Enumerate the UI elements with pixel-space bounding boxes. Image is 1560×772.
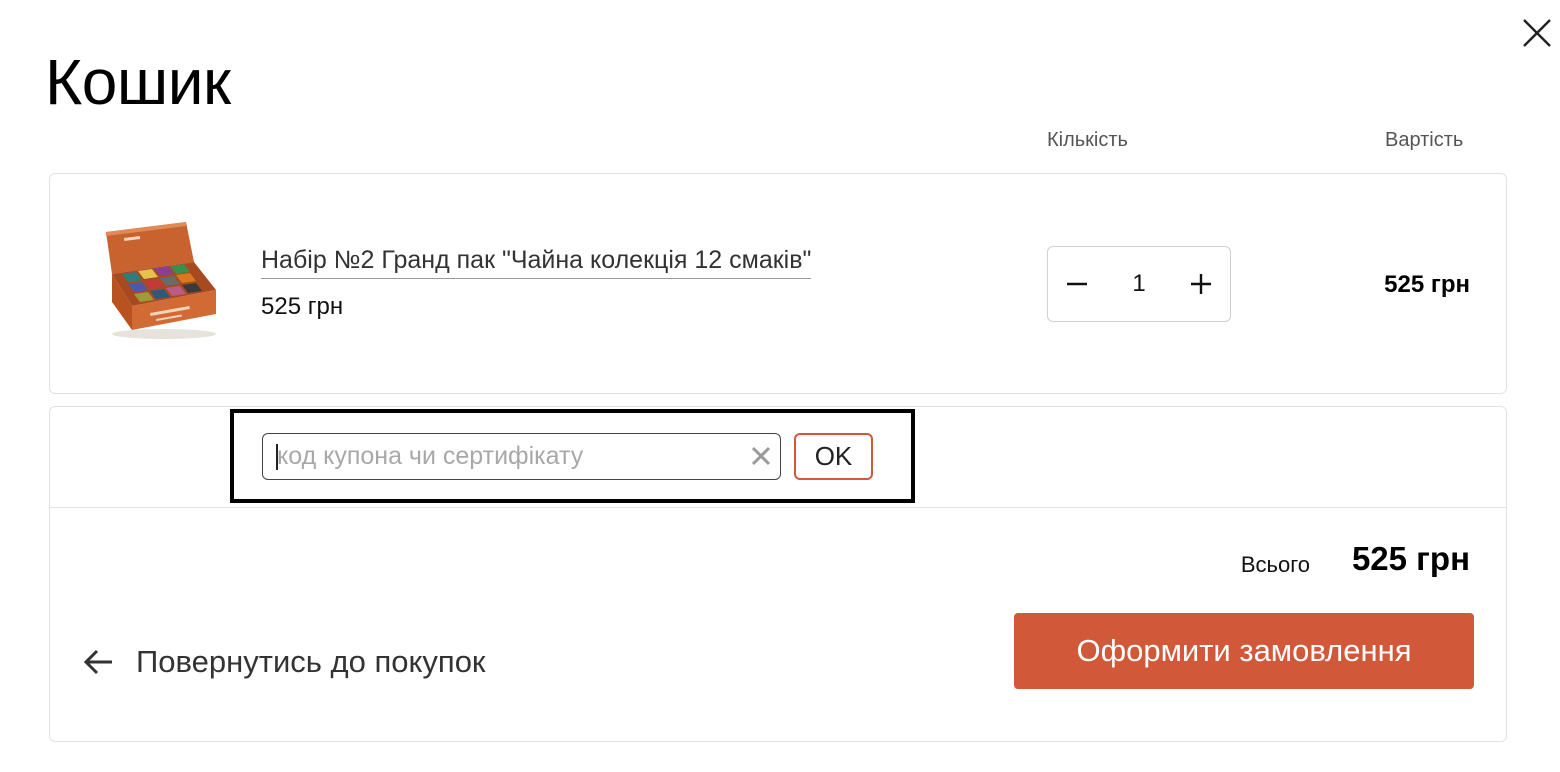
total-label: Всього bbox=[1240, 552, 1310, 577]
quantity-column-header: Кількість bbox=[1047, 129, 1128, 151]
product-image[interactable] bbox=[98, 218, 222, 342]
coupon-input[interactable] bbox=[263, 434, 747, 479]
checkout-button[interactable]: Оформити замовлення bbox=[1014, 613, 1474, 689]
order-summary: OK Всього 525 грн Повернутись до покупок… bbox=[49, 406, 1507, 742]
total-value: 525 грн bbox=[1351, 540, 1470, 577]
arrow-left-icon bbox=[83, 649, 112, 675]
page-title: Кошик bbox=[45, 46, 231, 118]
increase-quantity-button[interactable] bbox=[1172, 247, 1230, 321]
product-unit-price: 525 грн bbox=[261, 293, 344, 320]
close-button[interactable] bbox=[1518, 14, 1556, 52]
cart-item: Набір №2 Гранд пак "Чайна колекція 12 см… bbox=[49, 173, 1507, 394]
quantity-stepper: 1 bbox=[1047, 246, 1231, 322]
plus-icon bbox=[1191, 274, 1211, 294]
product-title-link[interactable]: Набір №2 Гранд пак "Чайна колекція 12 см… bbox=[261, 244, 812, 279]
back-to-shopping-label: Повернутись до покупок bbox=[136, 644, 486, 679]
decrease-quantity-button[interactable] bbox=[1048, 247, 1106, 321]
clear-coupon-button[interactable] bbox=[748, 443, 774, 469]
back-to-shopping-link[interactable]: Повернутись до покупок bbox=[82, 643, 486, 681]
minus-icon bbox=[1067, 282, 1087, 286]
coupon-field bbox=[262, 433, 781, 480]
text-caret bbox=[276, 444, 278, 470]
line-total: 525 грн bbox=[1384, 271, 1470, 298]
clear-x-icon bbox=[751, 446, 771, 466]
close-icon bbox=[1523, 19, 1551, 47]
cost-column-header: Вартість bbox=[1385, 129, 1464, 151]
quantity-value[interactable]: 1 bbox=[1106, 247, 1172, 321]
apply-coupon-button[interactable]: OK bbox=[794, 433, 873, 480]
coupon-row: OK bbox=[50, 407, 1506, 508]
